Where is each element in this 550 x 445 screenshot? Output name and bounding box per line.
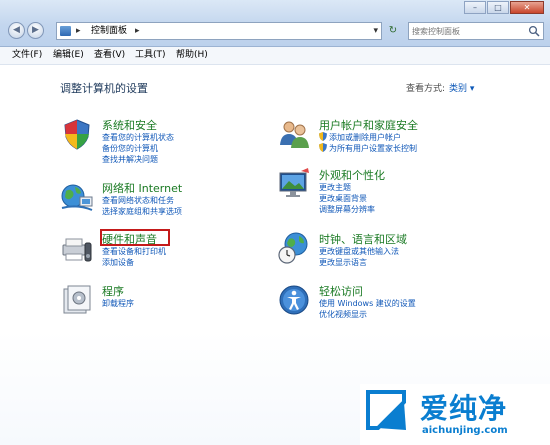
refresh-icon: ↻ xyxy=(388,25,398,36)
link-find-fix-problems[interactable]: 查找并解决问题 xyxy=(102,154,174,165)
clock-language-region-icon[interactable] xyxy=(277,231,311,265)
menu-view[interactable]: 查看(V) xyxy=(94,49,125,62)
address-bar[interactable]: ▸ 控制面板 ▸ ▾ xyxy=(56,22,382,40)
category-title[interactable]: 轻松访问 xyxy=(319,283,363,299)
ease-of-access-icon[interactable] xyxy=(277,283,311,317)
control-panel-icon xyxy=(60,26,71,36)
menu-tools[interactable]: 工具(T) xyxy=(135,49,166,62)
menu-bar: 文件(F) 编辑(E) 查看(V) 工具(T) 帮助(H) xyxy=(0,47,550,65)
maximize-button[interactable]: □ xyxy=(487,1,509,14)
address-dropdown-icon[interactable]: ▾ xyxy=(373,24,378,38)
category-title[interactable]: 时钟、语言和区域 xyxy=(319,231,407,247)
uac-shield-icon xyxy=(319,143,327,152)
link-adjust-resolution[interactable]: 调整屏幕分辨率 xyxy=(319,204,375,215)
search-icon[interactable] xyxy=(528,25,540,37)
close-button[interactable]: ✕ xyxy=(510,1,544,14)
link-parental-controls[interactable]: 为所有用户设置家长控制 xyxy=(319,143,417,154)
menu-edit[interactable]: 编辑(E) xyxy=(53,49,84,62)
link-optimize-video-display[interactable]: 优化视频显示 xyxy=(319,309,416,320)
watermark: 爱纯净 aichunjing.com xyxy=(360,384,550,445)
view-by-label: 查看方式: xyxy=(406,84,446,94)
breadcrumb-control-panel[interactable]: 控制面板 xyxy=(91,24,127,38)
menu-help[interactable]: 帮助(H) xyxy=(176,49,208,62)
user-accounts-icon[interactable] xyxy=(277,117,311,151)
system-security-icon[interactable] xyxy=(60,117,94,151)
breadcrumb-separator-icon[interactable]: ▸ xyxy=(76,24,81,38)
watermark-text: 爱纯净 xyxy=(420,392,508,425)
search-input[interactable] xyxy=(412,24,522,38)
link-network-status[interactable]: 查看网络状态和任务 xyxy=(102,195,182,206)
forward-button[interactable]: ▶ xyxy=(27,22,44,39)
watermark-logo xyxy=(366,390,406,430)
view-by: 查看方式: 类别 ▾ xyxy=(406,81,474,94)
hardware-sound-icon[interactable] xyxy=(60,231,94,265)
link-devices-printers[interactable]: 查看设备和打印机 xyxy=(102,246,166,257)
minimize-button[interactable]: – xyxy=(464,1,486,14)
highlight-box xyxy=(100,229,170,246)
page-title: 调整计算机的设置 xyxy=(60,82,148,95)
menu-file[interactable]: 文件(F) xyxy=(12,49,42,62)
link-windows-recommended-settings[interactable]: 使用 Windows 建议的设置 xyxy=(319,298,416,309)
link-uninstall-program[interactable]: 卸载程序 xyxy=(102,298,134,309)
category-title[interactable]: 网络和 Internet xyxy=(102,180,182,196)
link-add-remove-accounts[interactable]: 添加或删除用户帐户 xyxy=(319,132,417,143)
category-title[interactable]: 程序 xyxy=(102,283,124,299)
link-add-device[interactable]: 添加设备 xyxy=(102,257,166,268)
title-bar: – □ ✕ ◀ ▶ ▸ 控制面板 ▸ ▾ ↻ xyxy=(0,0,550,47)
appearance-icon[interactable] xyxy=(277,167,311,201)
window-controls: – □ ✕ xyxy=(463,1,544,14)
link-view-computer-status[interactable]: 查看您的计算机状态 xyxy=(102,132,174,143)
back-arrow-icon: ◀ xyxy=(13,25,20,35)
forward-arrow-icon: ▶ xyxy=(32,25,39,35)
control-panel-window: – □ ✕ ◀ ▶ ▸ 控制面板 ▸ ▾ ↻ 文件(F) 编辑(E) 查看(V)… xyxy=(0,0,550,445)
search-box[interactable] xyxy=(408,22,544,40)
refresh-button[interactable]: ↻ xyxy=(385,22,401,40)
link-change-desktop-background[interactable]: 更改桌面背景 xyxy=(319,193,375,204)
link-change-display-language[interactable]: 更改显示语言 xyxy=(319,257,399,268)
programs-icon[interactable] xyxy=(60,283,94,317)
link-change-theme[interactable]: 更改主题 xyxy=(319,182,375,193)
link-homegroup-sharing[interactable]: 选择家庭组和共享选项 xyxy=(102,206,182,217)
category-title[interactable]: 系统和安全 xyxy=(102,117,157,133)
view-by-dropdown[interactable]: 类别 ▾ xyxy=(449,84,474,94)
uac-shield-icon xyxy=(319,132,327,141)
link-change-input-methods[interactable]: 更改键盘或其他输入法 xyxy=(319,246,399,257)
network-internet-icon[interactable] xyxy=(60,180,94,214)
link-backup-computer[interactable]: 备份您的计算机 xyxy=(102,143,174,154)
breadcrumb-separator-icon[interactable]: ▸ xyxy=(135,24,140,38)
back-button[interactable]: ◀ xyxy=(8,22,25,39)
watermark-url: aichunjing.com xyxy=(422,425,508,436)
category-title[interactable]: 外观和个性化 xyxy=(319,167,385,183)
link-label: 添加或删除用户帐户 xyxy=(329,133,401,142)
link-label: 为所有用户设置家长控制 xyxy=(329,144,417,153)
category-title[interactable]: 用户帐户和家庭安全 xyxy=(319,117,418,133)
